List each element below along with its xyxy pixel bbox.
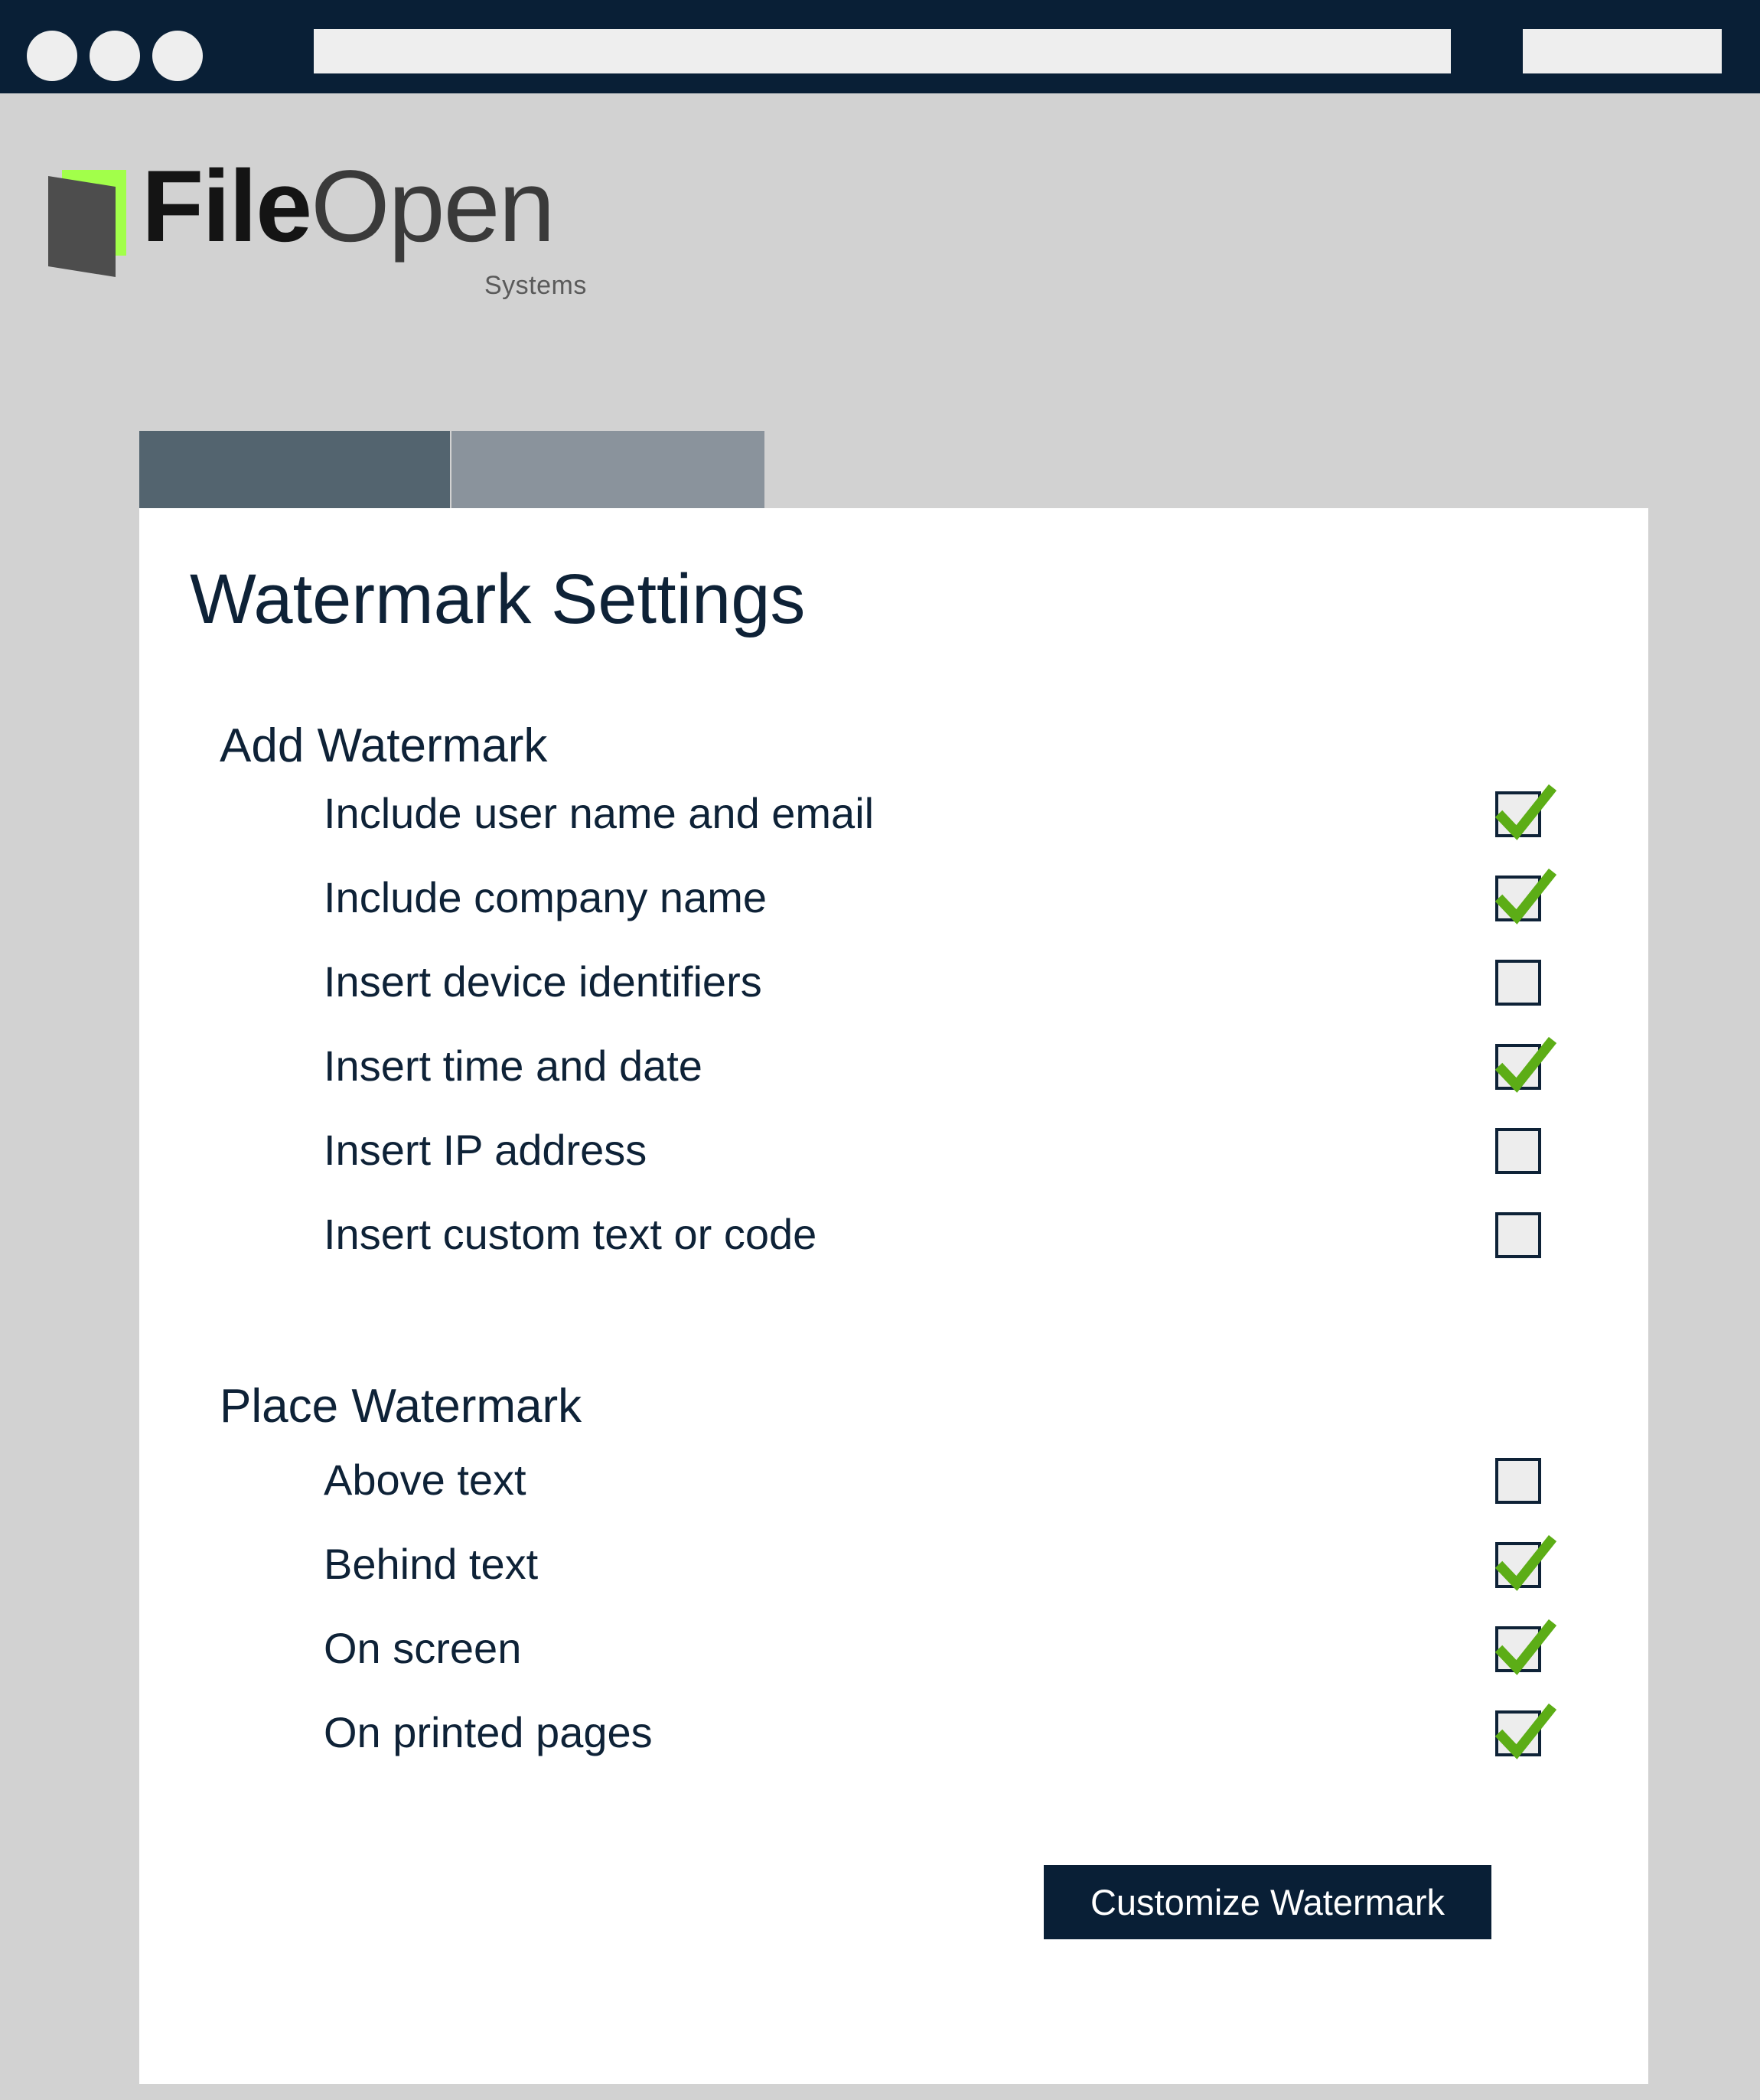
- option-row[interactable]: Behind text: [139, 1532, 1648, 1616]
- option-label: Include company name: [324, 873, 768, 921]
- book-logo-icon: [48, 170, 126, 277]
- fileopen-logo: FileOpen Systems: [48, 156, 586, 302]
- option-row[interactable]: Include user name and email: [139, 781, 1648, 866]
- check-icon: [1494, 1036, 1557, 1093]
- tab-primary[interactable]: [139, 431, 450, 508]
- page-title: Watermark Settings: [190, 560, 806, 638]
- option-label: Above text: [324, 1456, 526, 1504]
- option-row[interactable]: Insert time and date: [139, 1034, 1648, 1118]
- option-row[interactable]: Include company name: [139, 866, 1648, 950]
- option-label: Insert custom text or code: [324, 1210, 817, 1258]
- option-list-add-watermark: Include user name and email Include comp…: [139, 781, 1648, 1286]
- option-list-place-watermark: Above text Behind text On screen On prin…: [139, 1448, 1648, 1785]
- section-heading-place-watermark: Place Watermark: [220, 1380, 582, 1433]
- check-icon: [1494, 1619, 1557, 1675]
- checkbox-behind-text[interactable]: [1494, 1534, 1557, 1591]
- checkbox-insert-time-and-date[interactable]: [1494, 1036, 1557, 1093]
- option-row[interactable]: Insert custom text or code: [139, 1202, 1648, 1286]
- option-row[interactable]: Above text: [139, 1448, 1648, 1532]
- option-label: On screen: [324, 1624, 522, 1672]
- option-label: Insert time and date: [324, 1042, 702, 1090]
- option-label: Behind text: [324, 1540, 539, 1588]
- option-label: Include user name and email: [324, 789, 875, 837]
- tab-secondary[interactable]: [451, 431, 764, 508]
- window-maximize-button[interactable]: [152, 31, 203, 81]
- window-minimize-button[interactable]: [90, 31, 140, 81]
- checkbox-on-screen[interactable]: [1494, 1619, 1557, 1675]
- checkbox-insert-device-identifiers[interactable]: [1495, 960, 1541, 1006]
- logo-wordmark: FileOpen: [142, 156, 555, 258]
- browser-chrome: [0, 0, 1760, 93]
- option-label: Insert IP address: [324, 1126, 647, 1174]
- option-label: Insert device identifiers: [324, 957, 762, 1006]
- address-bar-input[interactable]: [314, 29, 1451, 73]
- option-label: On printed pages: [324, 1708, 653, 1756]
- checkbox-insert-ip-address[interactable]: [1495, 1128, 1541, 1174]
- section-heading-add-watermark: Add Watermark: [220, 719, 548, 772]
- logo-word-open: Open: [311, 150, 555, 263]
- window-close-button[interactable]: [27, 31, 77, 81]
- logo-word-file: File: [142, 150, 312, 263]
- option-row[interactable]: Insert device identifiers: [139, 950, 1648, 1034]
- option-row[interactable]: On screen: [139, 1616, 1648, 1701]
- check-icon: [1494, 784, 1557, 840]
- option-row[interactable]: Insert IP address: [139, 1118, 1648, 1202]
- browser-toolbar-field[interactable]: [1523, 29, 1722, 73]
- check-icon: [1494, 868, 1557, 924]
- check-icon: [1494, 1703, 1557, 1759]
- customize-watermark-button[interactable]: Customize Watermark: [1044, 1865, 1491, 1939]
- option-row[interactable]: On printed pages: [139, 1701, 1648, 1785]
- page-body: FileOpen Systems Watermark Settings Add …: [0, 93, 1760, 2100]
- logo-subtitle: Systems: [484, 271, 587, 300]
- settings-panel: Watermark Settings Add Watermark Include…: [139, 508, 1648, 2084]
- checkbox-on-printed-pages[interactable]: [1494, 1703, 1557, 1759]
- checkbox-include-company-name[interactable]: [1494, 868, 1557, 924]
- checkbox-above-text[interactable]: [1495, 1458, 1541, 1504]
- checkbox-insert-custom-text-or-code[interactable]: [1495, 1212, 1541, 1258]
- checkbox-include-user-name-and-email[interactable]: [1494, 784, 1557, 840]
- check-icon: [1494, 1534, 1557, 1591]
